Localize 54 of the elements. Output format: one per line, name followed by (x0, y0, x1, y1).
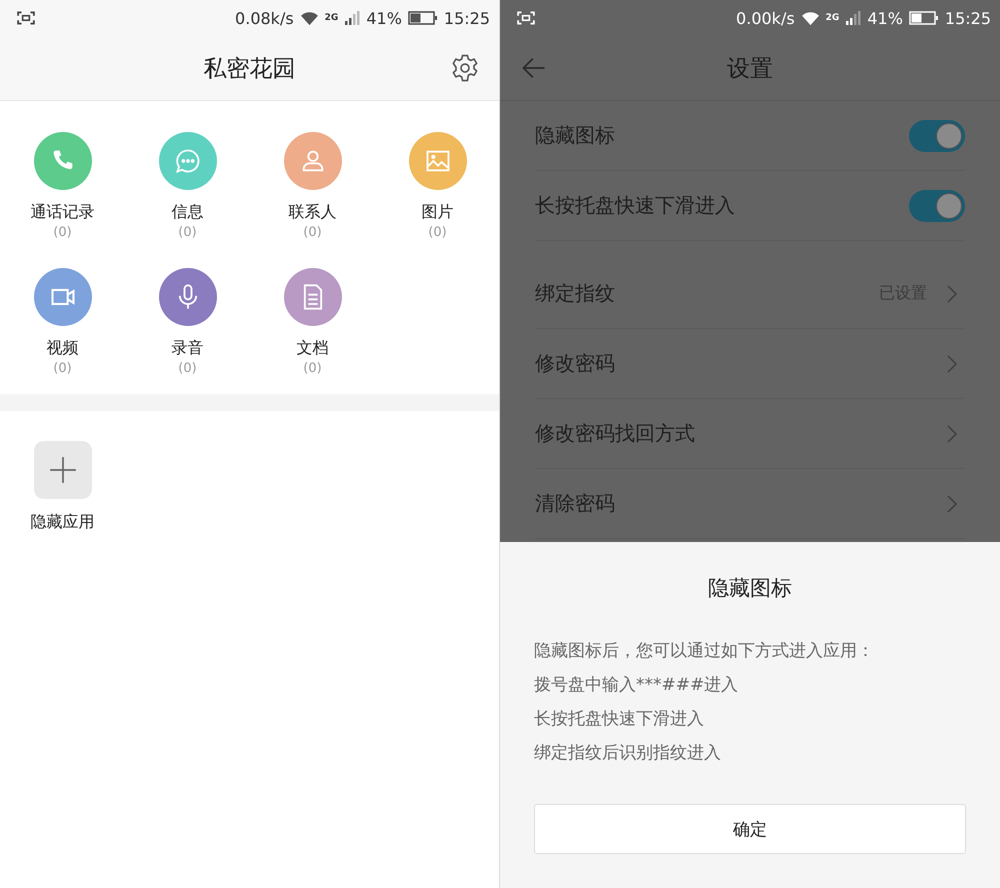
setting-label[interactable]: 绑定指纹 (535, 280, 615, 307)
page-title: 私密花园 (204, 54, 296, 84)
battery-percent: 41% (867, 8, 903, 28)
dialog-text: 拨号盘中输入***###进入 (534, 674, 740, 696)
wifi-icon (800, 10, 820, 26)
network-type: 2G (324, 13, 338, 23)
page-title: 设置 (727, 54, 773, 84)
clock: 15:25 (444, 8, 490, 28)
settings-icon[interactable] (450, 53, 480, 83)
item-count: (0) (178, 360, 197, 378)
category-label: 联系人 (288, 202, 336, 222)
category-label: 视频 (46, 338, 78, 358)
hidden-apps-label: 隐藏应用 (30, 512, 94, 532)
setting-label[interactable]: 隐藏图标 (535, 122, 615, 149)
setting-label[interactable]: 修改密码 (535, 350, 615, 377)
category-label: 信息 (172, 202, 204, 222)
battery-percent: 41% (366, 8, 402, 28)
screenshot-icon (17, 11, 35, 25)
chevron-icon (947, 354, 957, 372)
add-app-button[interactable] (34, 441, 92, 499)
item-count: (0) (178, 224, 197, 242)
dialog-title: 隐藏图标 (708, 575, 792, 602)
signal-icon (845, 10, 862, 26)
wifi-icon (300, 10, 319, 26)
network-speed: 0.00k/s (736, 8, 795, 28)
item-count: (0) (428, 224, 447, 242)
item-count: (0) (53, 360, 72, 378)
category-label: 图片 (422, 202, 454, 222)
item-count: (0) (303, 224, 322, 242)
dialog-text: 长按托盘快速下滑进入 (534, 708, 705, 730)
chevron-icon (947, 284, 957, 302)
category-label: 文档 (296, 338, 328, 358)
plus-icon (48, 456, 76, 484)
chevron-icon (947, 424, 957, 442)
chevron-icon (947, 494, 957, 512)
signal-icon (344, 10, 360, 26)
category-label: 录音 (172, 338, 204, 358)
toggle-switch[interactable] (909, 120, 965, 152)
item-count: (0) (303, 360, 322, 378)
setting-label[interactable]: 修改密码找回方式 (535, 420, 695, 447)
clock: 15:25 (944, 8, 991, 28)
category-label: 通话记录 (30, 202, 94, 222)
battery-icon (408, 11, 438, 25)
toggle-switch[interactable] (909, 190, 965, 222)
setting-label[interactable]: 长按托盘快速下滑进入 (535, 192, 735, 219)
dialog-text: 绑定指纹后识别指纹进入 (534, 742, 722, 764)
confirm-button[interactable]: 确定 (534, 804, 966, 854)
dialog-text: 隐藏图标后，您可以通过如下方式进入应用： (534, 640, 875, 662)
network-type: 2G (826, 13, 840, 23)
battery-icon (908, 11, 939, 25)
setting-label[interactable]: 清除密码 (535, 490, 615, 517)
item-count: (0) (53, 224, 72, 242)
screenshot-icon (517, 11, 535, 25)
network-speed: 0.08k/s (235, 8, 294, 28)
